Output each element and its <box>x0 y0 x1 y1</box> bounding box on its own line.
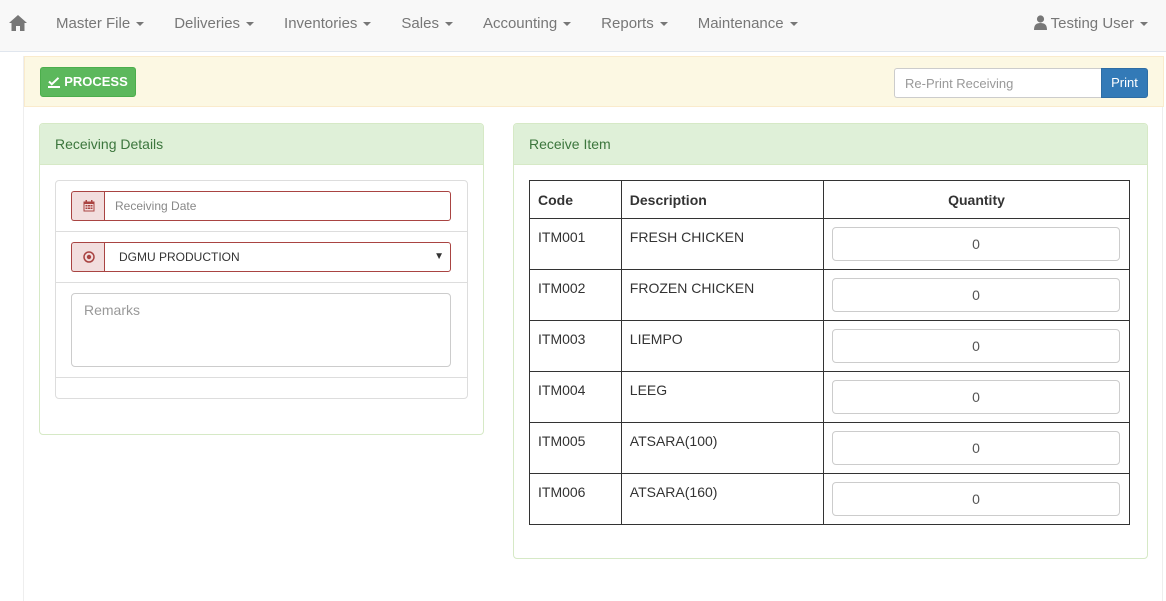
panel-title: Receive Item <box>514 124 1147 165</box>
nav-deliveries[interactable]: Deliveries <box>159 0 269 50</box>
table-row: ITM001 FRESH CHICKEN <box>529 218 1130 270</box>
process-label: PROCESS <box>64 74 128 89</box>
table-row: ITM003 LIEMPO <box>529 320 1130 372</box>
item-code: ITM005 <box>529 422 622 474</box>
item-description: FRESH CHICKEN <box>620 218 825 270</box>
item-code: ITM001 <box>529 218 622 270</box>
list-item <box>56 283 467 378</box>
nav-label: Master File <box>56 15 131 32</box>
caret-down-icon <box>246 22 255 27</box>
item-description: FROZEN CHICKEN <box>620 269 825 321</box>
user-icon <box>1033 2 1047 50</box>
caret-down-icon <box>363 22 372 27</box>
nav-inventories[interactable]: Inventories <box>269 0 386 50</box>
list-item: DGMU PRODUCTION ▼ <box>56 232 467 283</box>
table-header-row: Code Description Quantity <box>529 180 1130 219</box>
source-selected-value: DGMU PRODUCTION <box>119 250 240 264</box>
remarks-textarea[interactable] <box>71 293 451 367</box>
item-description: ATSARA(100) <box>620 422 825 474</box>
user-name: Testing User <box>1050 15 1134 32</box>
receive-items-table: Code Description Quantity ITM001 FRESH C… <box>529 180 1130 525</box>
quantity-input[interactable] <box>832 278 1120 312</box>
nav-label: Inventories <box>284 15 358 32</box>
nav-label: Sales <box>401 15 439 32</box>
table-row: ITM002 FROZEN CHICKEN <box>529 269 1130 321</box>
user-menu[interactable]: Testing User <box>1033 0 1148 50</box>
dot-circle-icon <box>71 242 105 272</box>
nav-master-file[interactable]: Master File <box>41 0 159 50</box>
table-row: ITM006 ATSARA(160) <box>529 473 1130 525</box>
item-description: LEEG <box>620 371 825 423</box>
column-header-description: Description <box>620 180 825 219</box>
quantity-input[interactable] <box>832 227 1120 261</box>
nav-sales[interactable]: Sales <box>386 0 468 50</box>
receiving-date-input[interactable] <box>104 191 451 221</box>
check-icon <box>48 77 61 88</box>
dropdown-arrow-icon: ▼ <box>434 251 444 262</box>
quantity-cell <box>823 371 1130 423</box>
action-toolbar: PROCESS Print <box>24 56 1164 107</box>
nav-label: Deliveries <box>174 15 241 32</box>
receiving-form: DGMU PRODUCTION ▼ <box>55 180 468 399</box>
nav-label: Reports <box>601 15 654 32</box>
quantity-input[interactable] <box>832 482 1120 516</box>
home-icon[interactable] <box>8 14 28 34</box>
quantity-cell <box>823 320 1130 372</box>
quantity-input[interactable] <box>832 329 1120 363</box>
nav-label: Accounting <box>482 15 558 32</box>
receiving-details-panel: Receiving Details DGMU PRODUCTION ▼ <box>39 123 484 435</box>
nav-label: Maintenance <box>697 15 784 32</box>
caret-down-icon <box>789 22 798 27</box>
receive-item-panel: Receive Item Code Description Quantity I… <box>513 123 1148 559</box>
caret-down-icon <box>563 22 572 27</box>
source-select[interactable]: DGMU PRODUCTION ▼ <box>104 242 451 272</box>
quantity-input[interactable] <box>832 431 1120 465</box>
caret-down-icon <box>136 22 145 27</box>
caret-down-icon <box>659 22 668 27</box>
list-item <box>56 181 467 232</box>
column-header-quantity: Quantity <box>823 180 1130 219</box>
print-button[interactable]: Print <box>1101 68 1148 98</box>
quantity-cell <box>823 269 1130 321</box>
item-code: ITM004 <box>529 371 622 423</box>
table-row: ITM005 ATSARA(100) <box>529 422 1130 474</box>
table-row: ITM004 LEEG <box>529 371 1130 423</box>
reprint-receiving-input[interactable] <box>894 68 1102 98</box>
page-container: PROCESS Print Receiving Details DGMU PRO… <box>23 56 1164 601</box>
calendar-icon <box>71 191 105 221</box>
quantity-cell <box>823 218 1130 270</box>
nav-maintenance[interactable]: Maintenance <box>683 0 813 50</box>
item-description: ATSARA(160) <box>620 473 825 525</box>
item-code: ITM002 <box>529 269 622 321</box>
nav-menu: Master File Deliveries Inventories Sales… <box>41 0 813 50</box>
item-code: ITM003 <box>529 320 622 372</box>
caret-down-icon <box>1140 22 1148 27</box>
top-navbar: Master File Deliveries Inventories Sales… <box>0 0 1166 52</box>
nav-accounting[interactable]: Accounting <box>468 0 586 50</box>
column-header-code: Code <box>529 180 622 219</box>
caret-down-icon <box>444 22 453 27</box>
nav-reports[interactable]: Reports <box>586 0 683 50</box>
quantity-cell <box>823 422 1130 474</box>
item-code: ITM006 <box>529 473 622 525</box>
quantity-input[interactable] <box>832 380 1120 414</box>
panel-title: Receiving Details <box>40 124 483 165</box>
quantity-cell <box>823 473 1130 525</box>
item-description: LIEMPO <box>620 320 825 372</box>
process-button[interactable]: PROCESS <box>40 67 136 97</box>
